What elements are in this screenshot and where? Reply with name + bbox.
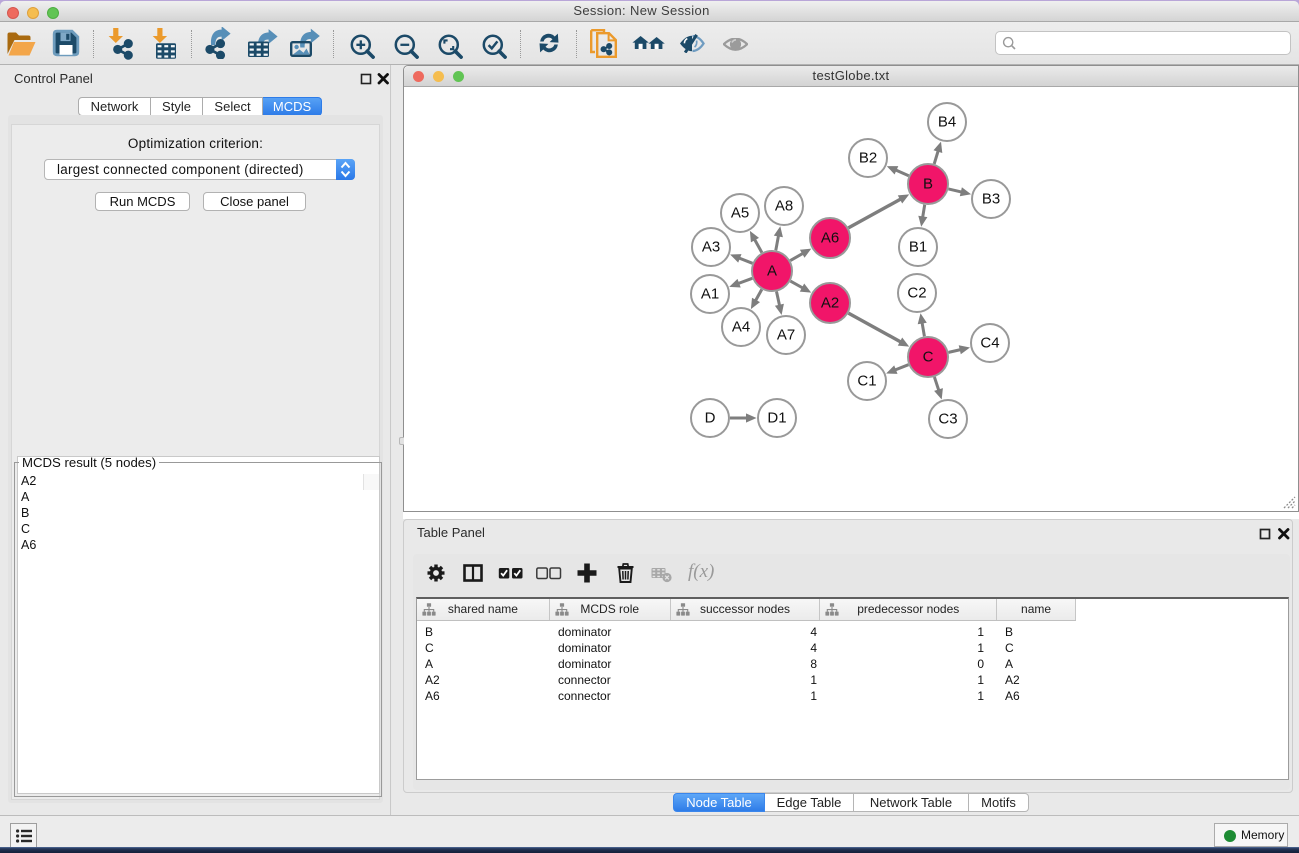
- svg-text:C1: C1: [857, 373, 876, 390]
- svg-text:C4: C4: [980, 335, 999, 352]
- svg-text:C: C: [923, 349, 934, 366]
- svg-text:A7: A7: [777, 327, 795, 344]
- svg-text:B4: B4: [938, 114, 956, 131]
- svg-text:f(x): f(x): [688, 561, 714, 582]
- svg-text:A8: A8: [775, 198, 793, 215]
- svg-text:A3: A3: [702, 239, 720, 256]
- svg-text:A5: A5: [731, 205, 749, 222]
- svg-text:C2: C2: [907, 285, 926, 302]
- svg-text:A6: A6: [821, 230, 839, 247]
- svg-text:A: A: [767, 263, 777, 280]
- svg-text:B1: B1: [909, 239, 927, 256]
- svg-text:B3: B3: [982, 191, 1000, 208]
- svg-text:A4: A4: [732, 319, 750, 336]
- svg-text:A2: A2: [821, 295, 839, 312]
- svg-text:A1: A1: [701, 286, 719, 303]
- svg-text:B2: B2: [859, 150, 877, 167]
- svg-text:C3: C3: [938, 411, 957, 428]
- svg-text:D: D: [705, 410, 716, 427]
- svg-text:B: B: [923, 176, 933, 193]
- svg-text:D1: D1: [767, 410, 786, 427]
